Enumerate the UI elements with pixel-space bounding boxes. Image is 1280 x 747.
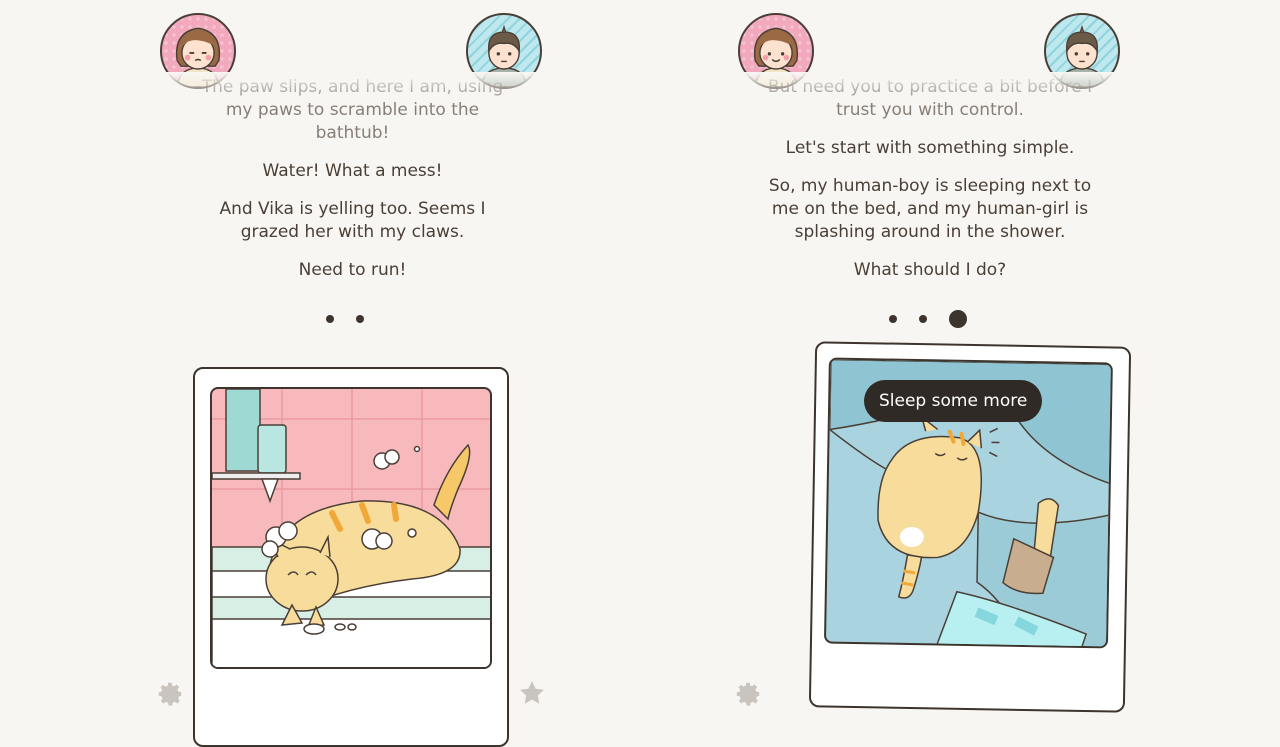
story-paragraph: So, my human-boy is sleeping next to me … (768, 176, 1092, 242)
right-story-panel: But need you to practice a bit before I … (640, 0, 1280, 720)
story-paragraph: Water! What a mess! (262, 161, 443, 181)
progress-dot-active (949, 310, 967, 328)
text-fade (0, 72, 640, 102)
story-text: The paw slips, and here I am, using my p… (190, 76, 515, 297)
left-story-panel: The paw slips, and here I am, using my p… (0, 0, 640, 747)
progress-dots (889, 310, 967, 328)
story-paragraph: Let's start with something simple. (785, 138, 1075, 158)
story-paragraph: Need to run! (298, 260, 407, 280)
gear-icon[interactable] (733, 679, 763, 709)
star-icon[interactable] (517, 678, 547, 708)
progress-dot (356, 315, 364, 323)
story-text: But need you to practice a bit before I … (760, 76, 1100, 297)
choice-sleep-button[interactable]: Sleep some more (864, 380, 1043, 422)
progress-dot (919, 315, 927, 323)
bathtub-illustration (210, 387, 492, 669)
progress-dots (326, 315, 364, 323)
story-card (193, 367, 509, 747)
text-fade (640, 72, 1280, 102)
progress-dot (889, 315, 897, 323)
story-paragraph: And Vika is yelling too. Seems I grazed … (219, 199, 486, 242)
bathtub-scene (212, 389, 490, 667)
progress-dot (326, 315, 334, 323)
gear-icon[interactable] (155, 679, 185, 709)
story-paragraph: What should I do? (853, 260, 1007, 280)
